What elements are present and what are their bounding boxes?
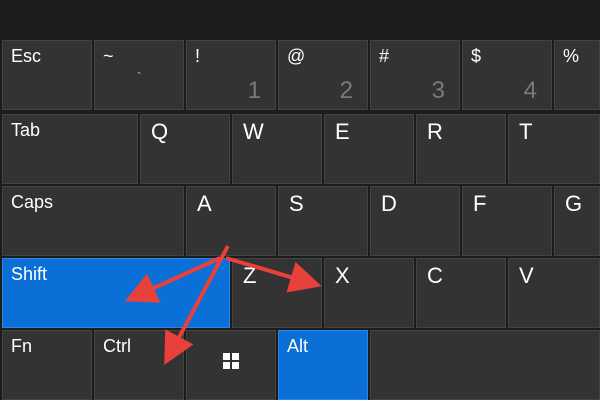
- key-tilde-bottom: `: [137, 69, 142, 85]
- key-r-label: R: [427, 119, 443, 144]
- key-a[interactable]: A: [186, 186, 276, 256]
- key-caps[interactable]: Caps: [2, 186, 184, 256]
- key-caps-label: Caps: [11, 192, 54, 212]
- key-2-top: @: [287, 46, 306, 66]
- key-3[interactable]: # 3: [370, 40, 460, 110]
- key-z[interactable]: Z: [232, 258, 322, 328]
- keyboard: Esc ~ ` ! 1 @ 2 # 3 $ 4 % Tab Q W E R T …: [0, 0, 600, 400]
- key-shift[interactable]: Shift: [2, 258, 230, 328]
- key-r[interactable]: R: [416, 114, 506, 184]
- key-tab-label: Tab: [11, 120, 41, 140]
- key-space[interactable]: [370, 330, 600, 400]
- key-w[interactable]: W: [232, 114, 322, 184]
- key-tilde-top: ~: [103, 46, 114, 66]
- key-g-label: G: [565, 191, 583, 216]
- key-q-label: Q: [151, 119, 169, 144]
- key-x-label: X: [335, 263, 350, 288]
- key-s[interactable]: S: [278, 186, 368, 256]
- key-esc[interactable]: Esc: [2, 40, 92, 110]
- key-1[interactable]: ! 1: [186, 40, 276, 110]
- key-alt-label: Alt: [287, 336, 309, 356]
- key-5-top: %: [563, 46, 580, 66]
- key-ctrl-label: Ctrl: [103, 336, 131, 356]
- key-t[interactable]: T: [508, 114, 600, 184]
- key-g[interactable]: G: [554, 186, 600, 256]
- key-2-bottom: 2: [339, 77, 353, 104]
- key-q[interactable]: Q: [140, 114, 230, 184]
- key-f-label: F: [473, 191, 487, 216]
- key-tilde[interactable]: ~ `: [94, 40, 184, 110]
- key-f[interactable]: F: [462, 186, 552, 256]
- key-4-bottom: 4: [523, 77, 537, 104]
- key-fn-label: Fn: [11, 336, 33, 356]
- key-fn[interactable]: Fn: [2, 330, 92, 400]
- key-shift-label: Shift: [11, 264, 48, 284]
- key-1-top: !: [195, 46, 201, 66]
- key-a-label: A: [197, 191, 212, 216]
- key-alt[interactable]: Alt: [278, 330, 368, 400]
- key-v[interactable]: V: [508, 258, 600, 328]
- key-4[interactable]: $ 4: [462, 40, 552, 110]
- key-x[interactable]: X: [324, 258, 414, 328]
- key-e-label: E: [335, 119, 350, 144]
- key-5[interactable]: %: [554, 40, 600, 110]
- key-t-label: T: [519, 119, 533, 144]
- key-s-label: S: [289, 191, 304, 216]
- key-ctrl[interactable]: Ctrl: [94, 330, 184, 400]
- key-windows[interactable]: [186, 330, 276, 400]
- key-d-label: D: [381, 191, 397, 216]
- key-4-top: $: [471, 46, 482, 66]
- key-w-label: W: [243, 119, 264, 144]
- key-e[interactable]: E: [324, 114, 414, 184]
- windows-logo-icon: [223, 353, 239, 374]
- key-d[interactable]: D: [370, 186, 460, 256]
- key-v-label: V: [519, 263, 534, 288]
- key-c[interactable]: C: [416, 258, 506, 328]
- key-tab[interactable]: Tab: [2, 114, 138, 184]
- key-3-top: #: [379, 46, 390, 66]
- key-3-bottom: 3: [431, 77, 445, 104]
- key-esc-label: Esc: [11, 46, 42, 66]
- key-c-label: C: [427, 263, 443, 288]
- key-1-bottom: 1: [247, 77, 261, 104]
- key-z-label: Z: [243, 263, 257, 288]
- key-2[interactable]: @ 2: [278, 40, 368, 110]
